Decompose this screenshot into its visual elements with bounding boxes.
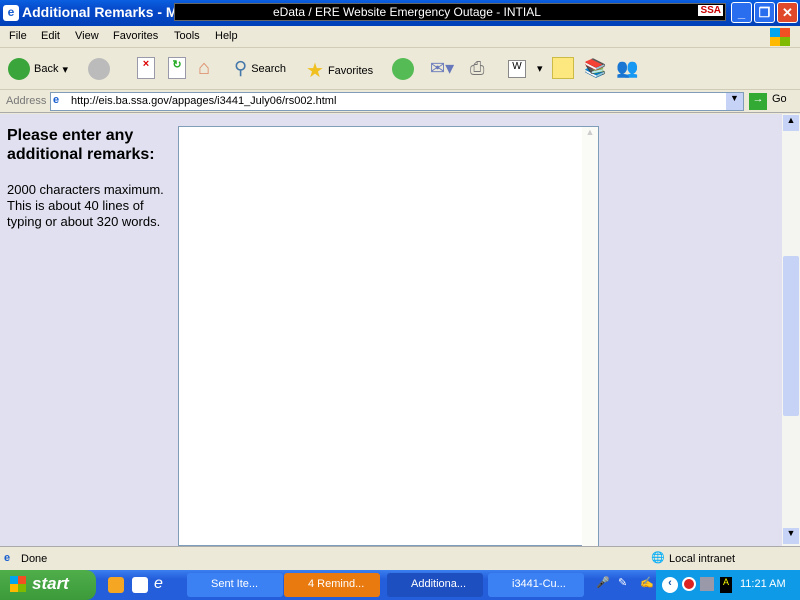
- address-input[interactable]: e http://eis.ba.ssa.gov/appages/i3441_Ju…: [50, 92, 744, 111]
- intranet-icon: 🌐: [651, 552, 665, 564]
- search-icon: ⚲: [234, 58, 248, 78]
- status-bar: e Done 🌐 Local intranet: [0, 546, 800, 570]
- menu-favorites[interactable]: Favorites: [113, 30, 158, 42]
- word-edit-icon[interactable]: W: [508, 60, 526, 78]
- menu-help[interactable]: Help: [215, 30, 238, 42]
- security-icon[interactable]: [682, 577, 696, 591]
- app-tray-icon[interactable]: A: [720, 577, 732, 593]
- address-dropdown-icon[interactable]: ▼: [726, 93, 743, 110]
- note-icon[interactable]: [552, 57, 574, 79]
- outlook-quicklaunch-icon[interactable]: [108, 577, 124, 593]
- windows-flag-icon: [10, 576, 26, 592]
- ssa-logo: SSA: [698, 5, 723, 16]
- favorites-button[interactable]: ★ Favorites: [306, 58, 373, 83]
- go-arrow-icon: →: [749, 93, 767, 110]
- back-label: Back: [34, 63, 59, 75]
- start-button[interactable]: start: [0, 570, 96, 600]
- task-additional-remarks[interactable]: Additiona...: [387, 573, 483, 597]
- ticker-text: eData / ERE Website Emergency Outage - I…: [273, 5, 541, 19]
- scroll-thumb[interactable]: [783, 256, 799, 416]
- status-text: Done: [21, 553, 48, 565]
- menu-file[interactable]: File: [9, 30, 27, 42]
- star-icon: ★: [306, 60, 324, 82]
- messenger-icon[interactable]: 👥: [616, 58, 638, 79]
- go-label: Go: [772, 93, 787, 105]
- scroll-up-button[interactable]: ▲: [783, 115, 799, 131]
- remarks-textarea[interactable]: [178, 126, 599, 546]
- task-reminders[interactable]: 4 Remind...: [284, 573, 380, 597]
- print-icon[interactable]: ⎙: [470, 58, 484, 79]
- tablet-icon[interactable]: ✍: [640, 576, 654, 589]
- favorites-label: Favorites: [327, 64, 374, 77]
- stop-icon[interactable]: ×: [137, 57, 155, 79]
- refresh-icon[interactable]: ↻: [168, 57, 186, 79]
- back-arrow-icon: [8, 58, 30, 80]
- search-button[interactable]: ⚲ Search: [234, 58, 286, 79]
- research-icon[interactable]: 📚: [584, 58, 606, 79]
- forward-button[interactable]: [88, 58, 110, 80]
- home-icon[interactable]: ⌂: [198, 57, 210, 80]
- toolbar: Back ▾ × ↻ ⌂ ⚲ Search ★ Favorites ✉▾ ⎙ W ▾…: [0, 48, 800, 90]
- task-sent-items[interactable]: Sent Ite...: [187, 573, 283, 597]
- microphone-icon[interactable]: 🎤: [596, 576, 610, 589]
- menu-tools[interactable]: Tools: [174, 30, 200, 42]
- ie-browser-icon[interactable]: e: [154, 575, 163, 593]
- page-scrollbar[interactable]: ▲ ▼: [782, 114, 800, 546]
- minimize-button[interactable]: _: [731, 2, 752, 23]
- scroll-up-icon[interactable]: ▲: [582, 127, 598, 143]
- go-button[interactable]: → Go: [749, 93, 787, 110]
- network-icon[interactable]: [700, 577, 714, 591]
- window-title: Additional Remarks - Mic: [22, 4, 190, 20]
- restore-button[interactable]: ❐: [754, 2, 775, 23]
- edit-dropdown-icon[interactable]: ▾: [537, 62, 543, 75]
- search-label: Search: [251, 62, 287, 75]
- mail-icon[interactable]: ✉▾: [430, 58, 454, 79]
- tray-expand-icon[interactable]: ‹: [662, 577, 678, 593]
- zone-text: Local intranet: [669, 553, 736, 565]
- clock: 11:21 AM: [740, 578, 786, 590]
- page-icon: e: [53, 94, 60, 106]
- menu-view[interactable]: View: [75, 30, 99, 42]
- page-heading: Please enter any additional remarks:: [7, 127, 155, 163]
- textarea-scrollbar[interactable]: ▲: [582, 127, 598, 546]
- windows-logo-icon: [770, 28, 790, 46]
- scroll-down-button[interactable]: ▼: [783, 528, 799, 544]
- forward-arrow-icon: [88, 58, 110, 80]
- address-label: Address: [6, 95, 47, 107]
- ie-quicklaunch-icon[interactable]: [132, 577, 148, 593]
- start-label: start: [32, 574, 69, 593]
- history-icon[interactable]: [392, 58, 414, 80]
- menu-edit[interactable]: Edit: [41, 30, 60, 42]
- character-limit-note: 2000 characters maximum. This is about 4…: [7, 182, 164, 229]
- address-url: http://eis.ba.ssa.gov/appages/i3441_July…: [71, 95, 337, 107]
- close-button[interactable]: ✕: [777, 2, 798, 23]
- handwriting-icon[interactable]: ✎: [618, 576, 627, 589]
- task-word-doc[interactable]: i3441-Cu...: [488, 573, 584, 597]
- taskbar: start e Sent Ite... 4 Remind... Addition…: [0, 570, 800, 600]
- title-bar: e Additional Remarks - Mic eData / ERE W…: [0, 0, 800, 26]
- page-content: Please enter any additional remarks: 200…: [0, 114, 782, 546]
- news-ticker[interactable]: eData / ERE Website Emergency Outage - I…: [174, 3, 726, 21]
- status-page-icon: e: [4, 552, 11, 564]
- system-tray: ‹ A 11:21 AM: [656, 570, 800, 600]
- address-bar: Address e http://eis.ba.ssa.gov/appages/…: [0, 90, 800, 113]
- back-button[interactable]: Back ▾: [8, 58, 68, 80]
- ie-icon: e: [3, 5, 19, 21]
- menu-bar: File Edit View Favorites Tools Help: [0, 26, 800, 48]
